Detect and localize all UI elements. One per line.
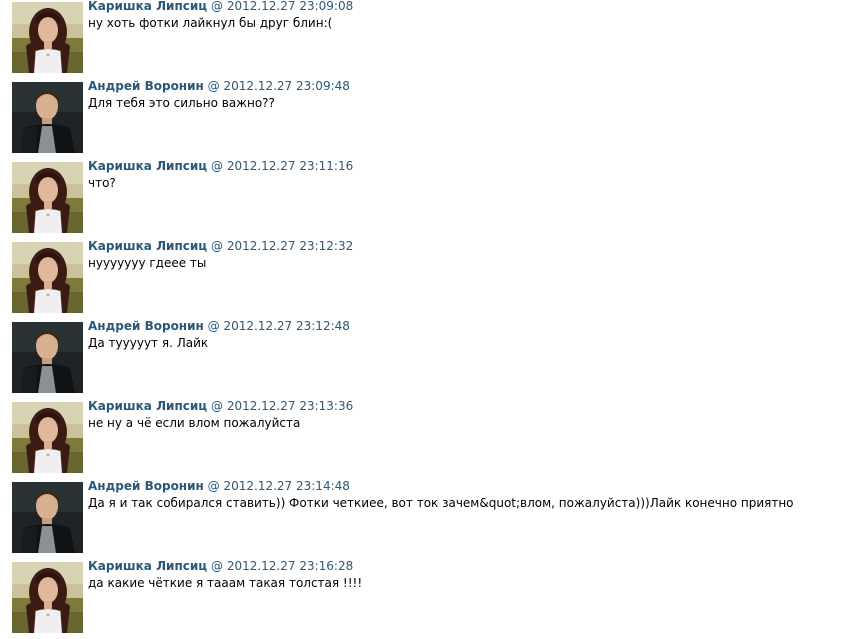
message-header: Андрей Воронин @ 2012.12.27 23:14:48 bbox=[88, 479, 350, 493]
avatar-image bbox=[12, 162, 83, 233]
timestamp-link[interactable]: 2012.12.27 23:11:16 bbox=[227, 159, 353, 173]
avatar-image bbox=[12, 82, 83, 153]
message-header: Андрей Воронин @ 2012.12.27 23:12:48 bbox=[88, 319, 350, 333]
female-photo-avatar[interactable] bbox=[12, 162, 83, 233]
message-item: Андрей Воронин @ 2012.12.27 23:12:48 Да … bbox=[12, 313, 852, 393]
male-photo-avatar[interactable] bbox=[12, 82, 83, 153]
female-photo-avatar[interactable] bbox=[12, 2, 83, 73]
message-text: что? bbox=[88, 176, 116, 190]
timestamp-link[interactable]: 2012.12.27 23:16:28 bbox=[227, 559, 353, 573]
message-text: нууууууу гдеее ты bbox=[88, 256, 207, 270]
message-text: да какие чёткие я тааам такая толстая !!… bbox=[88, 576, 363, 590]
message-header: Андрей Воронин @ 2012.12.27 23:09:48 bbox=[88, 79, 350, 93]
message-header: Каришка Липсиц @ 2012.12.27 23:16:28 bbox=[88, 559, 353, 573]
avatar-image bbox=[12, 242, 83, 313]
message-item: Каришка Липсиц @ 2012.12.27 23:13:36 не … bbox=[12, 393, 852, 473]
message-text: ну хоть фотки лайкнул бы друг блин:( bbox=[88, 16, 333, 30]
at-separator: @ bbox=[210, 159, 223, 173]
message-text: Для тебя это сильно важно?? bbox=[88, 96, 275, 110]
at-separator: @ bbox=[207, 319, 220, 333]
at-separator: @ bbox=[210, 0, 223, 13]
message-item: Андрей Воронин @ 2012.12.27 23:14:48 Да … bbox=[12, 473, 852, 553]
author-name-link[interactable]: Каришка Липсиц bbox=[88, 0, 207, 13]
at-separator: @ bbox=[210, 239, 223, 253]
message-item: Каришка Липсиц @ 2012.12.27 23:12:32 нуу… bbox=[12, 233, 852, 313]
author-name-link[interactable]: Каришка Липсиц bbox=[88, 399, 207, 413]
avatar-image bbox=[12, 322, 83, 393]
female-photo-avatar[interactable] bbox=[12, 242, 83, 313]
timestamp-link[interactable]: 2012.12.27 23:14:48 bbox=[223, 479, 349, 493]
avatar-image bbox=[12, 402, 83, 473]
female-photo-avatar[interactable] bbox=[12, 562, 83, 633]
at-separator: @ bbox=[210, 399, 223, 413]
message-item: Каришка Липсиц @ 2012.12.27 23:16:28 да … bbox=[12, 553, 852, 633]
message-list: Каришка Липсиц @ 2012.12.27 23:09:08 ну … bbox=[12, 0, 852, 633]
message-text: не ну а чё если влом пожалуйста bbox=[88, 416, 301, 430]
timestamp-link[interactable]: 2012.12.27 23:09:48 bbox=[223, 79, 349, 93]
avatar-image bbox=[12, 562, 83, 633]
author-name-link[interactable]: Андрей Воронин bbox=[88, 319, 204, 333]
at-separator: @ bbox=[207, 479, 220, 493]
message-header: Каришка Липсиц @ 2012.12.27 23:12:32 bbox=[88, 239, 353, 253]
message-text: Да я и так собирался ставить)) Фотки чет… bbox=[88, 496, 794, 510]
timestamp-link[interactable]: 2012.12.27 23:09:08 bbox=[227, 0, 353, 13]
author-name-link[interactable]: Каришка Липсиц bbox=[88, 159, 207, 173]
male-photo-avatar[interactable] bbox=[12, 482, 83, 553]
male-photo-avatar[interactable] bbox=[12, 322, 83, 393]
author-name-link[interactable]: Каришка Липсиц bbox=[88, 559, 207, 573]
female-photo-avatar[interactable] bbox=[12, 402, 83, 473]
timestamp-link[interactable]: 2012.12.27 23:13:36 bbox=[227, 399, 353, 413]
message-item: Андрей Воронин @ 2012.12.27 23:09:48 Для… bbox=[12, 73, 852, 153]
at-separator: @ bbox=[210, 559, 223, 573]
avatar-image bbox=[12, 2, 83, 73]
message-header: Каришка Липсиц @ 2012.12.27 23:13:36 bbox=[88, 399, 353, 413]
avatar-image bbox=[12, 482, 83, 553]
message-item: Каришка Липсиц @ 2012.12.27 23:09:08 ну … bbox=[12, 0, 852, 73]
author-name-link[interactable]: Андрей Воронин bbox=[88, 79, 204, 93]
at-separator: @ bbox=[207, 79, 220, 93]
message-text: Да тууууут я. Лайк bbox=[88, 336, 209, 350]
message-header: Каришка Липсиц @ 2012.12.27 23:09:08 bbox=[88, 0, 353, 13]
message-header: Каришка Липсиц @ 2012.12.27 23:11:16 bbox=[88, 159, 353, 173]
message-item: Каришка Липсиц @ 2012.12.27 23:11:16 что… bbox=[12, 153, 852, 233]
timestamp-link[interactable]: 2012.12.27 23:12:48 bbox=[223, 319, 349, 333]
timestamp-link[interactable]: 2012.12.27 23:12:32 bbox=[227, 239, 353, 253]
author-name-link[interactable]: Андрей Воронин bbox=[88, 479, 204, 493]
author-name-link[interactable]: Каришка Липсиц bbox=[88, 239, 207, 253]
